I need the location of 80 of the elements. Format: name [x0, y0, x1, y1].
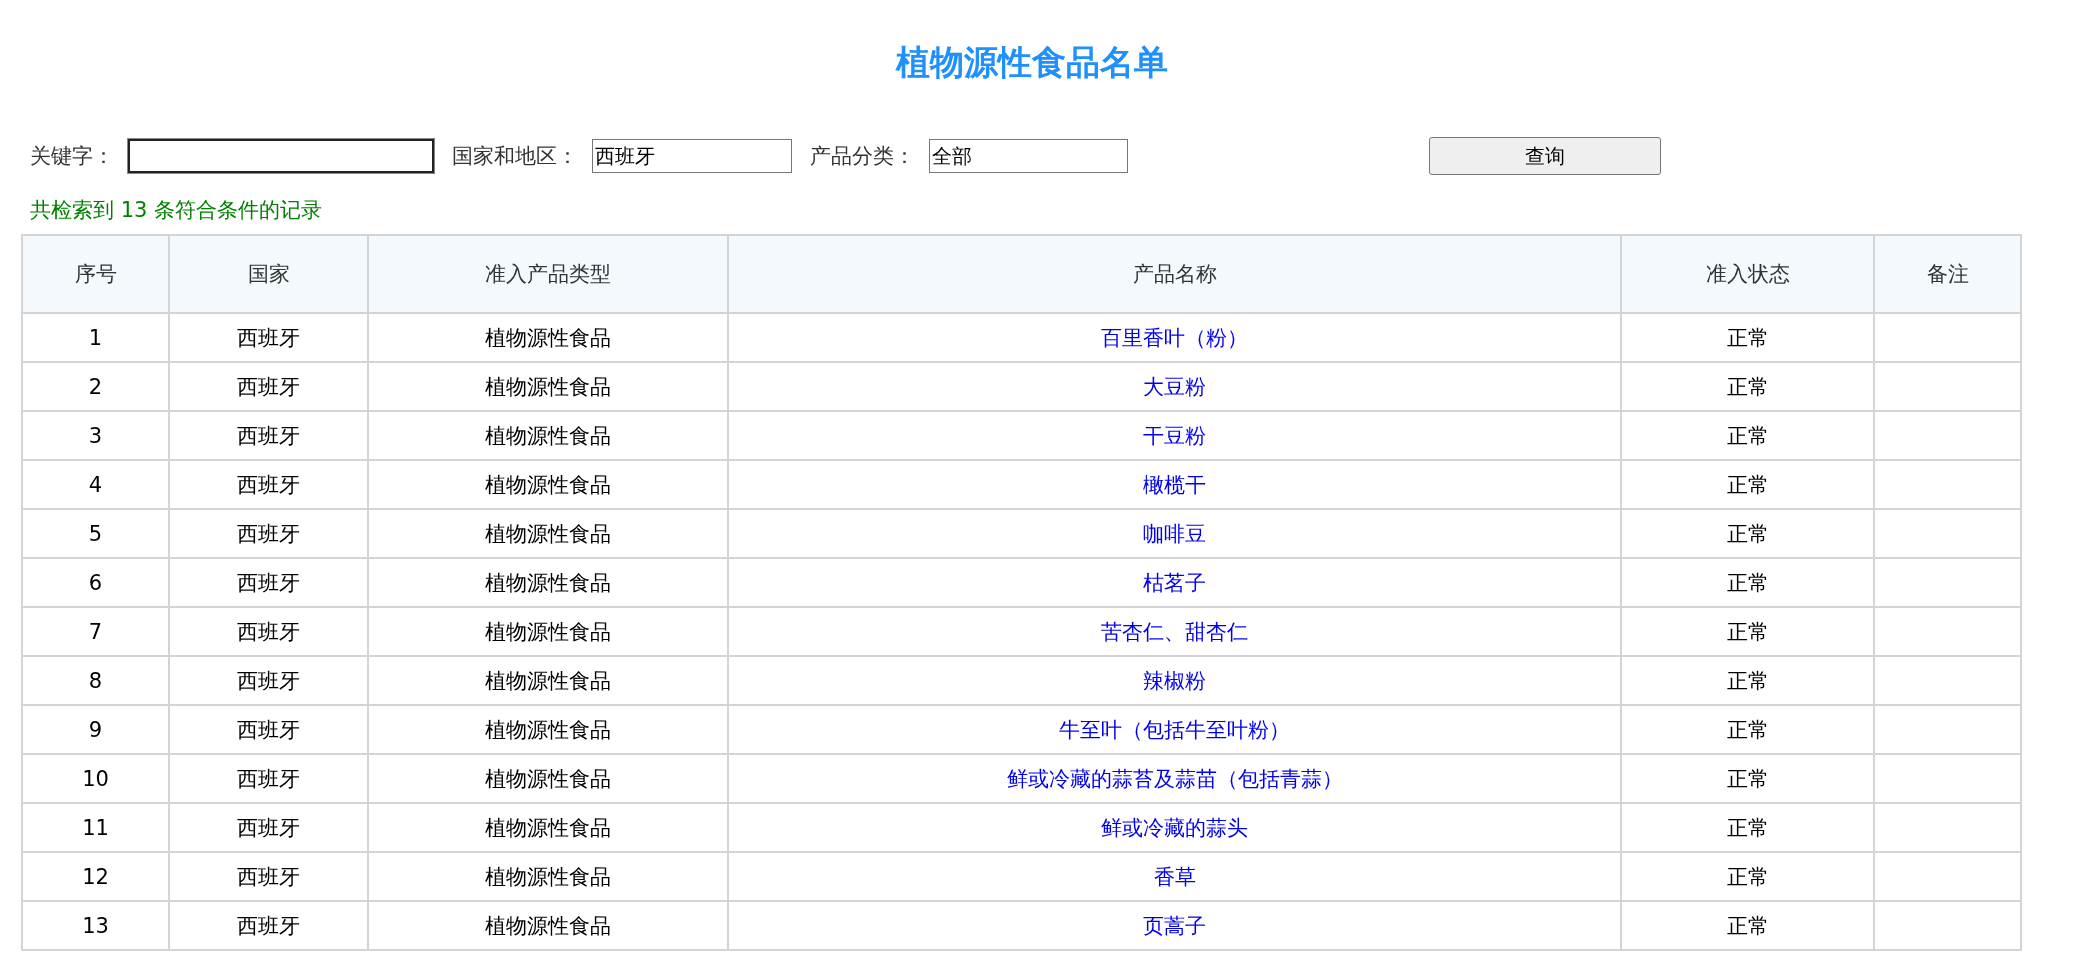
table-cell: 8 [22, 656, 169, 705]
column-header: 国家 [169, 235, 368, 313]
table-cell: 植物源性食品 [368, 460, 728, 509]
column-header: 备注 [1874, 235, 2021, 313]
product-link[interactable]: 辣椒粉 [1143, 668, 1206, 693]
table-cell: 2 [22, 362, 169, 411]
table-cell: 正常 [1621, 460, 1874, 509]
table-cell: 西班牙 [169, 411, 368, 460]
table-cell: 正常 [1621, 607, 1874, 656]
input-field[interactable] [128, 139, 434, 173]
table-cell: 4 [22, 460, 169, 509]
table-cell: 9 [22, 705, 169, 754]
table-cell: 1 [22, 313, 169, 362]
table-cell: 西班牙 [169, 852, 368, 901]
product-link[interactable]: 苦杏仁、甜杏仁 [1101, 619, 1248, 644]
column-header: 产品名称 [728, 235, 1621, 313]
table-cell: 西班牙 [169, 558, 368, 607]
table-cell: 植物源性食品 [368, 509, 728, 558]
table-cell: 西班牙 [169, 656, 368, 705]
table-cell: 植物源性食品 [368, 852, 728, 901]
table-cell: 6 [22, 558, 169, 607]
table-cell: 正常 [1621, 852, 1874, 901]
table-cell: 西班牙 [169, 705, 368, 754]
product-link[interactable]: 枯茗子 [1143, 570, 1206, 595]
page-title: 植物源性食品名单 [896, 41, 1168, 84]
table-cell: 植物源性食品 [368, 558, 728, 607]
product-link[interactable]: 橄榄干 [1143, 472, 1206, 497]
product-link[interactable]: 大豆粉 [1143, 374, 1206, 399]
input-field[interactable]: 全部 [929, 139, 1128, 173]
field-label: 国家和地区： [452, 143, 578, 170]
table-cell: 植物源性食品 [368, 411, 728, 460]
table-cell: 植物源性食品 [368, 362, 728, 411]
table-cell: 西班牙 [169, 754, 368, 803]
table-cell: 植物源性食品 [368, 803, 728, 852]
table-cell: 正常 [1621, 411, 1874, 460]
table-cell: 植物源性食品 [368, 607, 728, 656]
table-cell: 植物源性食品 [368, 705, 728, 754]
table-cell: 植物源性食品 [368, 656, 728, 705]
product-link[interactable]: 牛至叶（包括牛至叶粉） [1059, 717, 1290, 742]
input-field[interactable]: 西班牙 [592, 139, 792, 173]
table-cell: 西班牙 [169, 901, 368, 950]
table-cell: 正常 [1621, 313, 1874, 362]
query-button[interactable]: 查询 [1429, 137, 1661, 175]
table-cell: 10 [22, 754, 169, 803]
table-cell: 植物源性食品 [368, 901, 728, 950]
table-cell: 西班牙 [169, 460, 368, 509]
result-count: 共检索到 13 条符合条件的记录 [30, 197, 323, 224]
table-cell: 西班牙 [169, 509, 368, 558]
table-cell: 7 [22, 607, 169, 656]
product-link[interactable]: 鲜或冷藏的蒜苔及蒜苗（包括青蒜） [1006, 766, 1343, 791]
field-label: 产品分类： [810, 143, 915, 170]
product-link[interactable]: 干豆粉 [1143, 423, 1206, 448]
table-cell: 正常 [1621, 901, 1874, 950]
table-cell: 植物源性食品 [368, 754, 728, 803]
table-cell: 西班牙 [169, 607, 368, 656]
table-cell: 西班牙 [169, 313, 368, 362]
column-header: 准入产品类型 [368, 235, 728, 313]
product-link[interactable]: 鲜或冷藏的蒜头 [1101, 815, 1248, 840]
table-cell: 正常 [1621, 705, 1874, 754]
product-link[interactable]: 百里香叶（粉） [1101, 325, 1248, 350]
table-cell: 西班牙 [169, 362, 368, 411]
column-header: 序号 [22, 235, 169, 313]
table-cell: 5 [22, 509, 169, 558]
table-cell: 正常 [1621, 362, 1874, 411]
table-cell: 3 [22, 411, 169, 460]
product-link[interactable]: 香草 [1153, 864, 1196, 889]
table-cell: 正常 [1621, 509, 1874, 558]
table-cell: 正常 [1621, 656, 1874, 705]
product-link[interactable]: 页蒿子 [1143, 913, 1206, 938]
table-cell: 12 [22, 852, 169, 901]
table-cell: 正常 [1621, 558, 1874, 607]
table-cell: 11 [22, 803, 169, 852]
table-cell: 西班牙 [169, 803, 368, 852]
field-label: 关键字： [30, 143, 114, 170]
column-header: 准入状态 [1621, 235, 1874, 313]
table-cell: 正常 [1621, 803, 1874, 852]
table-cell: 13 [22, 901, 169, 950]
product-link[interactable]: 咖啡豆 [1143, 521, 1206, 546]
table-cell: 正常 [1621, 754, 1874, 803]
table-cell: 植物源性食品 [368, 313, 728, 362]
